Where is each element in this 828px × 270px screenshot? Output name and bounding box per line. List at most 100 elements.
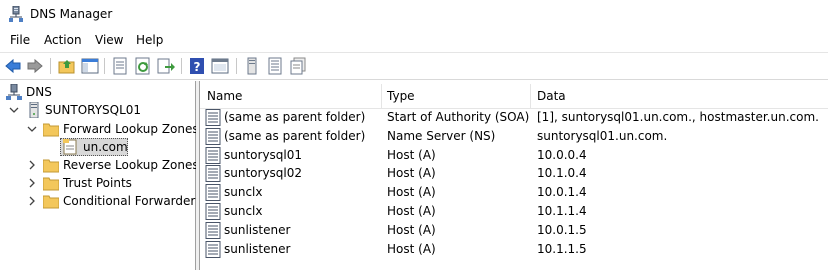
tree-item-reverse-lookup-zones[interactable]: Reverse Lookup Zones bbox=[0, 156, 199, 174]
record-name: sunclx bbox=[224, 185, 263, 200]
dns-record-icon bbox=[205, 184, 221, 202]
menu-help[interactable]: Help bbox=[135, 33, 164, 47]
record-type: Host (A) bbox=[387, 204, 436, 218]
column-header-name[interactable]: Name bbox=[207, 89, 242, 103]
tree-item-trust-points[interactable]: Trust Points bbox=[0, 174, 196, 192]
dns-record-icon bbox=[205, 127, 221, 145]
menu-view[interactable]: View bbox=[94, 33, 124, 47]
record-data: 10.0.1.4 bbox=[537, 185, 587, 200]
record-name: suntorysql01 bbox=[224, 147, 303, 162]
tree-label: DNS bbox=[26, 85, 52, 99]
table-row[interactable]: suntorysql01 Host (A) 10.0.0.4 bbox=[200, 146, 828, 165]
menu-bar: File Action View Help bbox=[0, 30, 828, 52]
column-header-type[interactable]: Type bbox=[387, 89, 415, 103]
toolbar: ? bbox=[0, 52, 828, 80]
dns-record-icon bbox=[205, 165, 221, 183]
tree-label: Conditional Forwarders bbox=[63, 194, 202, 208]
export-list-icon[interactable] bbox=[157, 57, 175, 75]
dns-record-icon bbox=[205, 203, 221, 220]
column-divider[interactable] bbox=[381, 84, 382, 108]
record-data: 10.1.0.4 bbox=[537, 166, 587, 181]
record-name: (same as parent folder) bbox=[224, 128, 366, 143]
toolbar-separator bbox=[181, 58, 182, 74]
toolbar-separator bbox=[50, 58, 51, 74]
folder-icon bbox=[42, 121, 60, 137]
forward-icon[interactable] bbox=[26, 57, 44, 75]
record-data: suntorysql01.un.com. bbox=[537, 128, 668, 143]
tree-item-forward-lookup-zones[interactable]: Forward Lookup Zones bbox=[0, 120, 199, 138]
records-icon[interactable] bbox=[266, 57, 284, 75]
record-name: (same as parent folder) bbox=[224, 110, 366, 124]
record-data: 10.0.1.5 bbox=[537, 222, 587, 237]
dns-record-icon bbox=[205, 109, 221, 126]
properties-icon[interactable] bbox=[111, 57, 129, 75]
server-icon[interactable] bbox=[243, 57, 261, 75]
dns-record-icon bbox=[205, 240, 221, 258]
zone-icon[interactable] bbox=[289, 57, 307, 75]
tree-label: SUNTORYSQL01 bbox=[45, 103, 142, 117]
record-type: Name Server (NS) bbox=[387, 128, 496, 143]
svg-text:?: ? bbox=[194, 60, 201, 74]
record-type: Host (A) bbox=[387, 222, 436, 237]
column-divider[interactable] bbox=[530, 84, 531, 108]
table-row[interactable]: sunlistener Host (A) 10.1.1.5 bbox=[200, 240, 828, 259]
up-folder-icon[interactable] bbox=[58, 57, 76, 75]
record-data: 10.0.0.4 bbox=[537, 147, 587, 162]
back-icon[interactable] bbox=[4, 57, 22, 75]
chevron-right-icon[interactable] bbox=[26, 174, 38, 192]
help-icon[interactable]: ? bbox=[188, 57, 206, 75]
record-type: Host (A) bbox=[387, 185, 436, 200]
chevron-right-icon[interactable] bbox=[26, 192, 38, 210]
tree-item-conditional-forwarders[interactable]: Conditional Forwarders bbox=[0, 192, 202, 210]
toolbar-separator bbox=[236, 58, 237, 74]
tree-item-server[interactable]: SUNTORYSQL01 bbox=[0, 101, 196, 119]
chevron-down-icon[interactable] bbox=[26, 120, 38, 138]
title-bar: DNS Manager bbox=[0, 0, 828, 30]
console-tree: DNS SUNTORYSQL01 Forward Lookup Zones un… bbox=[0, 81, 202, 270]
chevron-down-icon[interactable] bbox=[8, 101, 20, 119]
folder-icon bbox=[42, 175, 60, 191]
tree-label: Trust Points bbox=[63, 176, 132, 190]
menu-file[interactable]: File bbox=[9, 33, 31, 47]
table-row[interactable]: (same as parent folder) Name Server (NS) s… bbox=[200, 127, 828, 146]
dns-record-icon bbox=[205, 221, 221, 239]
folder-icon bbox=[42, 157, 60, 173]
record-type: Host (A) bbox=[387, 241, 436, 256]
server-icon bbox=[26, 101, 42, 119]
record-type: Host (A) bbox=[387, 147, 436, 162]
toolbar-separator bbox=[104, 58, 105, 74]
column-header-data[interactable]: Data bbox=[537, 89, 566, 103]
menu-action[interactable]: Action bbox=[43, 33, 83, 47]
list-header: Name Type Data bbox=[200, 84, 828, 109]
dns-record-icon bbox=[205, 146, 221, 164]
record-data: 10.1.1.5 bbox=[537, 241, 587, 256]
table-row[interactable]: sunlistener Host (A) 10.0.1.5 bbox=[200, 221, 828, 240]
dns-icon bbox=[6, 83, 22, 100]
folder-icon bbox=[42, 193, 60, 209]
table-row[interactable]: sunclx Host (A) 10.0.1.4 bbox=[200, 183, 828, 202]
record-data: 10.1.1.4 bbox=[537, 204, 587, 218]
tree-item-dns[interactable]: DNS bbox=[0, 83, 196, 101]
table-row[interactable]: sunclx Host (A) 10.1.1.4 bbox=[200, 202, 828, 221]
window-title: DNS Manager bbox=[30, 7, 113, 21]
record-name: sunclx bbox=[224, 204, 263, 218]
tree-label: Forward Lookup Zones bbox=[63, 122, 199, 136]
record-name: suntorysql02 bbox=[224, 166, 303, 181]
show-hide-tree-icon[interactable] bbox=[81, 57, 99, 75]
tree-label: Reverse Lookup Zones bbox=[63, 158, 199, 172]
table-row[interactable]: (same as parent folder) Start of Authorit… bbox=[200, 108, 828, 127]
record-type: Start of Authority (SOA) bbox=[387, 110, 530, 124]
zone-icon bbox=[62, 139, 78, 155]
dns-manager-icon bbox=[9, 5, 23, 22]
record-name: sunlistener bbox=[224, 222, 291, 237]
chevron-right-icon[interactable] bbox=[26, 156, 38, 174]
results-pane: Name Type Data (same as parent folder) St… bbox=[200, 81, 828, 270]
table-row[interactable]: suntorysql02 Host (A) 10.1.0.4 bbox=[200, 164, 828, 183]
refresh-icon[interactable] bbox=[134, 57, 152, 75]
tree-item-un-com[interactable]: un.com bbox=[0, 138, 196, 156]
tree-label: un.com bbox=[83, 140, 128, 154]
record-type: Host (A) bbox=[387, 166, 436, 181]
console-icon[interactable] bbox=[211, 57, 229, 75]
record-data: [1], suntorysql01.un.com., hostmaster.un… bbox=[537, 110, 819, 124]
record-name: sunlistener bbox=[224, 241, 291, 256]
